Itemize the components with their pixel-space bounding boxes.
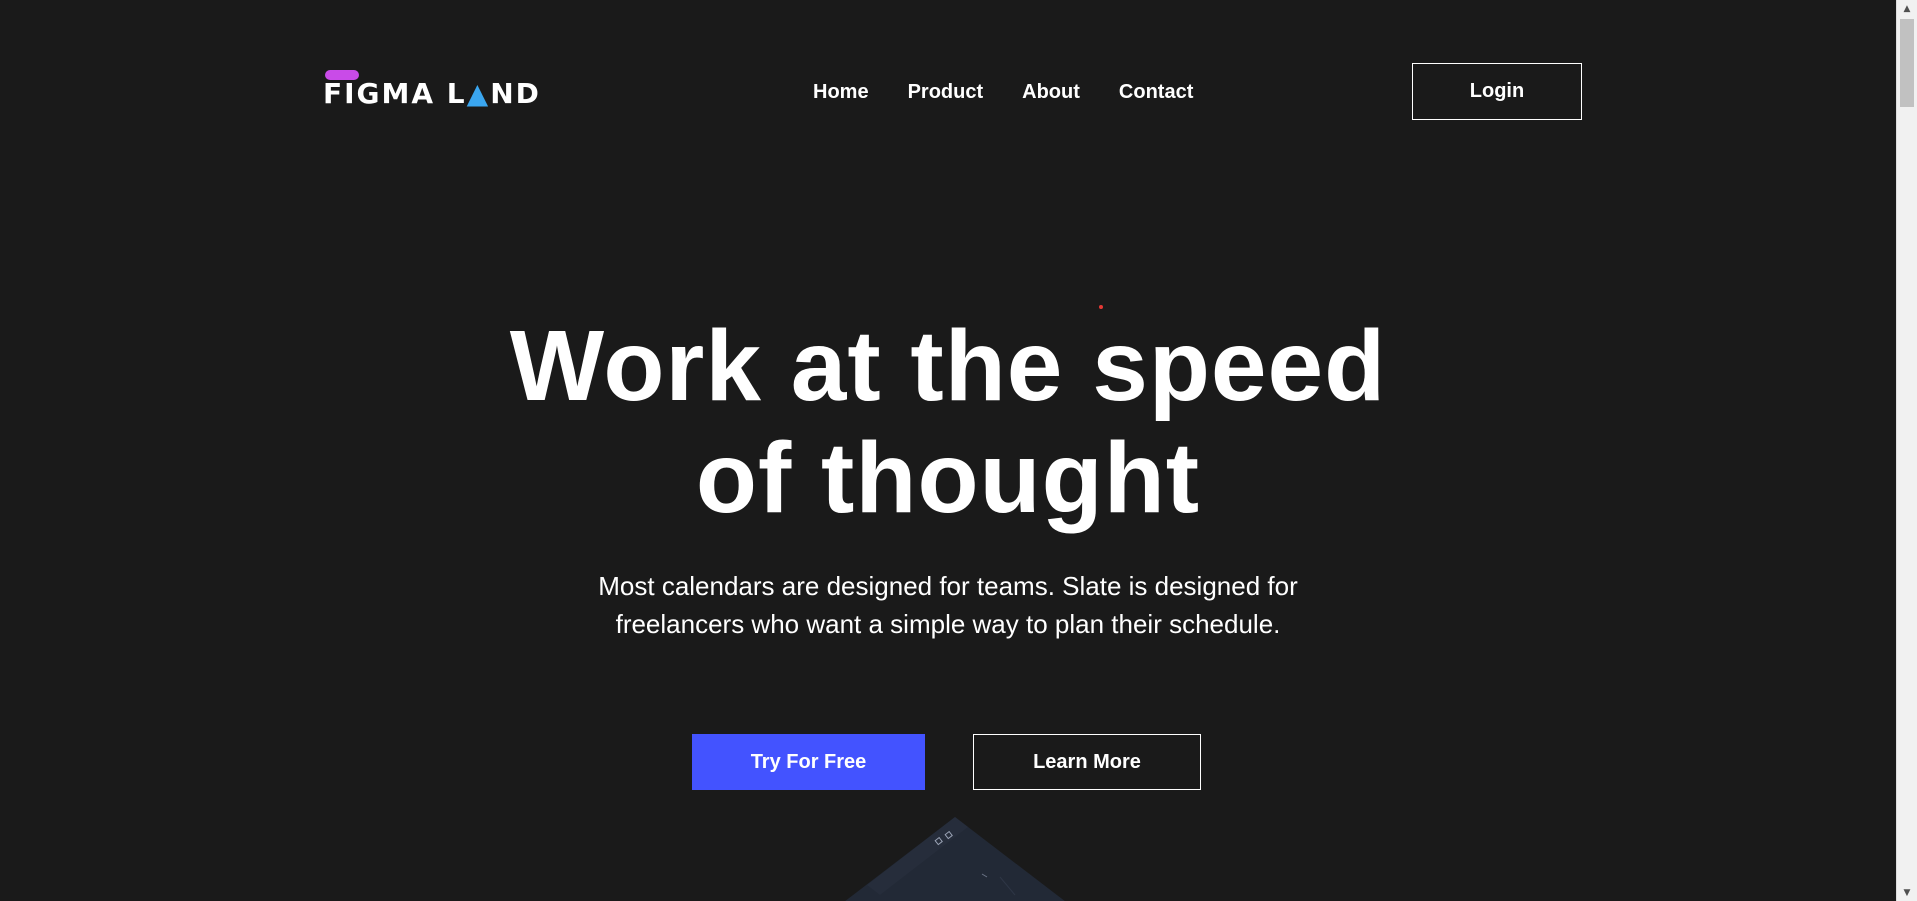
hero-title: Work at the speed of thought: [0, 310, 1896, 534]
nav-link-about[interactable]: About: [1022, 80, 1080, 104]
scrollbar-thumb[interactable]: [1900, 19, 1914, 107]
nav-link-contact[interactable]: Contact: [1119, 80, 1193, 104]
hero-title-line-1: Work at the speed: [509, 310, 1387, 422]
try-for-free-button[interactable]: Try For Free: [692, 734, 925, 790]
login-button[interactable]: Login: [1412, 63, 1582, 120]
logo-wordmark: FIGMA L▲ND: [323, 80, 541, 108]
nav-link-home[interactable]: Home: [813, 80, 869, 104]
browser-viewport: FIGMA L▲ND Home Product About Contact Lo…: [0, 0, 1917, 901]
vertical-scrollbar[interactable]: ▲ ▼: [1896, 0, 1917, 901]
hero-subtitle-line-1: Most calendars are designed for teams. S…: [598, 571, 1298, 601]
scroll-up-icon[interactable]: ▲: [1897, 0, 1917, 17]
hero-title-line-2: of thought: [695, 422, 1201, 534]
nav-link-product[interactable]: Product: [908, 80, 984, 104]
logo-text-right: ND: [490, 77, 541, 110]
scroll-down-icon[interactable]: ▼: [1897, 884, 1917, 901]
brand-logo[interactable]: FIGMA L▲ND: [323, 68, 543, 114]
logo-text-left: FIGMA L: [323, 77, 467, 110]
app-mockup-image: [845, 817, 1065, 901]
hero-subtitle-line-2: freelancers who want a simple way to pla…: [615, 609, 1281, 639]
hero-subtitle: Most calendars are designed for teams. S…: [0, 567, 1896, 643]
cursor-dot: [1099, 305, 1103, 309]
main-nav: Home Product About Contact: [813, 80, 1232, 104]
landing-page: FIGMA L▲ND Home Product About Contact Lo…: [0, 0, 1896, 901]
learn-more-button[interactable]: Learn More: [973, 734, 1201, 790]
logo-triangle-icon: ▲: [466, 77, 491, 110]
